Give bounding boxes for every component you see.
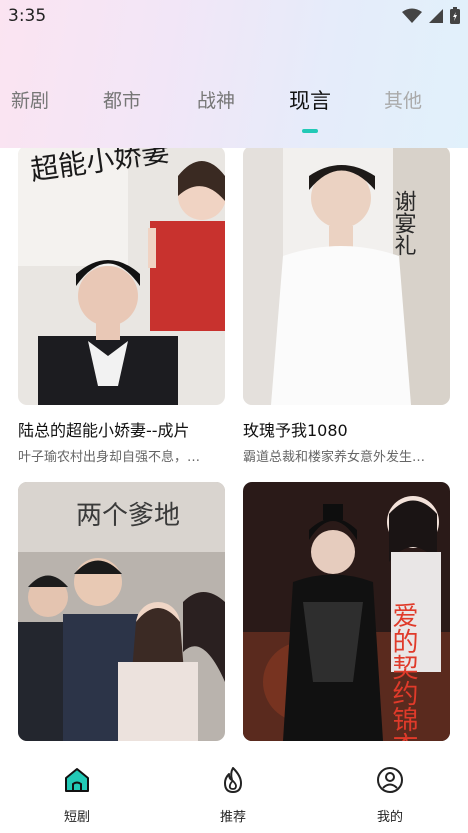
poster-title-text: 两个爹地 [76,501,180,531]
nav-label: 短剧 [63,810,90,825]
drama-card[interactable]: 超能小娇妻 陆总的超能小娇妻--成片 叶子瑜农村出身却自强不息，… [18,148,225,465]
drama-poster[interactable]: 谢宴礼 [243,148,450,405]
top-header: 3:35 新剧 都市 战神 现言 其他 [0,0,468,148]
flame-icon [224,767,242,793]
status-bar: 3:35 [0,0,468,34]
tab-urban[interactable]: 都市 [103,86,141,113]
wifi-icon [402,8,422,23]
drama-card[interactable]: 两个爹地 [18,482,225,742]
drama-description: 霸道总裁和楼家养女意外发生… [243,450,426,465]
poster-title-text: 谢宴礼 [391,190,417,256]
nav-short-drama[interactable]: 短剧 [37,766,117,825]
nav-label: 推荐 [219,810,246,825]
poster-title-text: 爱的契约锦衣 [388,602,418,741]
drama-card[interactable]: 爱的契约锦衣 [243,482,450,742]
drama-title: 玫瑰予我1080 [243,421,348,440]
tab-war-god[interactable]: 战神 [197,86,235,113]
drama-poster[interactable]: 爱的契约锦衣 [243,482,450,741]
battery-icon [450,7,460,24]
drama-card[interactable]: 谢宴礼 玫瑰予我1080 霸道总裁和楼家养女意外发生… [243,148,450,465]
signal-icon [429,8,443,23]
drama-poster[interactable]: 两个爹地 [18,482,225,741]
tab-new[interactable]: 新剧 [11,86,49,113]
drama-title: 陆总的超能小娇妻--成片 [18,421,190,440]
nav-label: 我的 [376,810,403,825]
home-icon [65,768,89,792]
tab-modern-romance[interactable]: 现言 [289,85,331,115]
profile-icon [377,767,403,793]
nav-recommend[interactable]: 推荐 [193,766,273,825]
active-tab-indicator [302,129,318,133]
drama-description: 叶子瑜农村出身却自强不息，… [18,450,201,465]
nav-mine[interactable]: 我的 [350,766,430,825]
status-time: 3:35 [8,6,47,26]
drama-poster[interactable]: 超能小娇妻 [18,148,225,405]
status-icons [402,7,460,24]
bottom-navigation: 短剧 推荐 我的 [0,742,468,833]
drama-grid: 超能小娇妻 陆总的超能小娇妻--成片 叶子瑜农村出身却自强不息，… 谢宴礼 玫瑰… [0,148,468,742]
category-tabs: 新剧 都市 战神 现言 其他 [0,86,468,126]
tab-other[interactable]: 其他 [384,86,422,113]
